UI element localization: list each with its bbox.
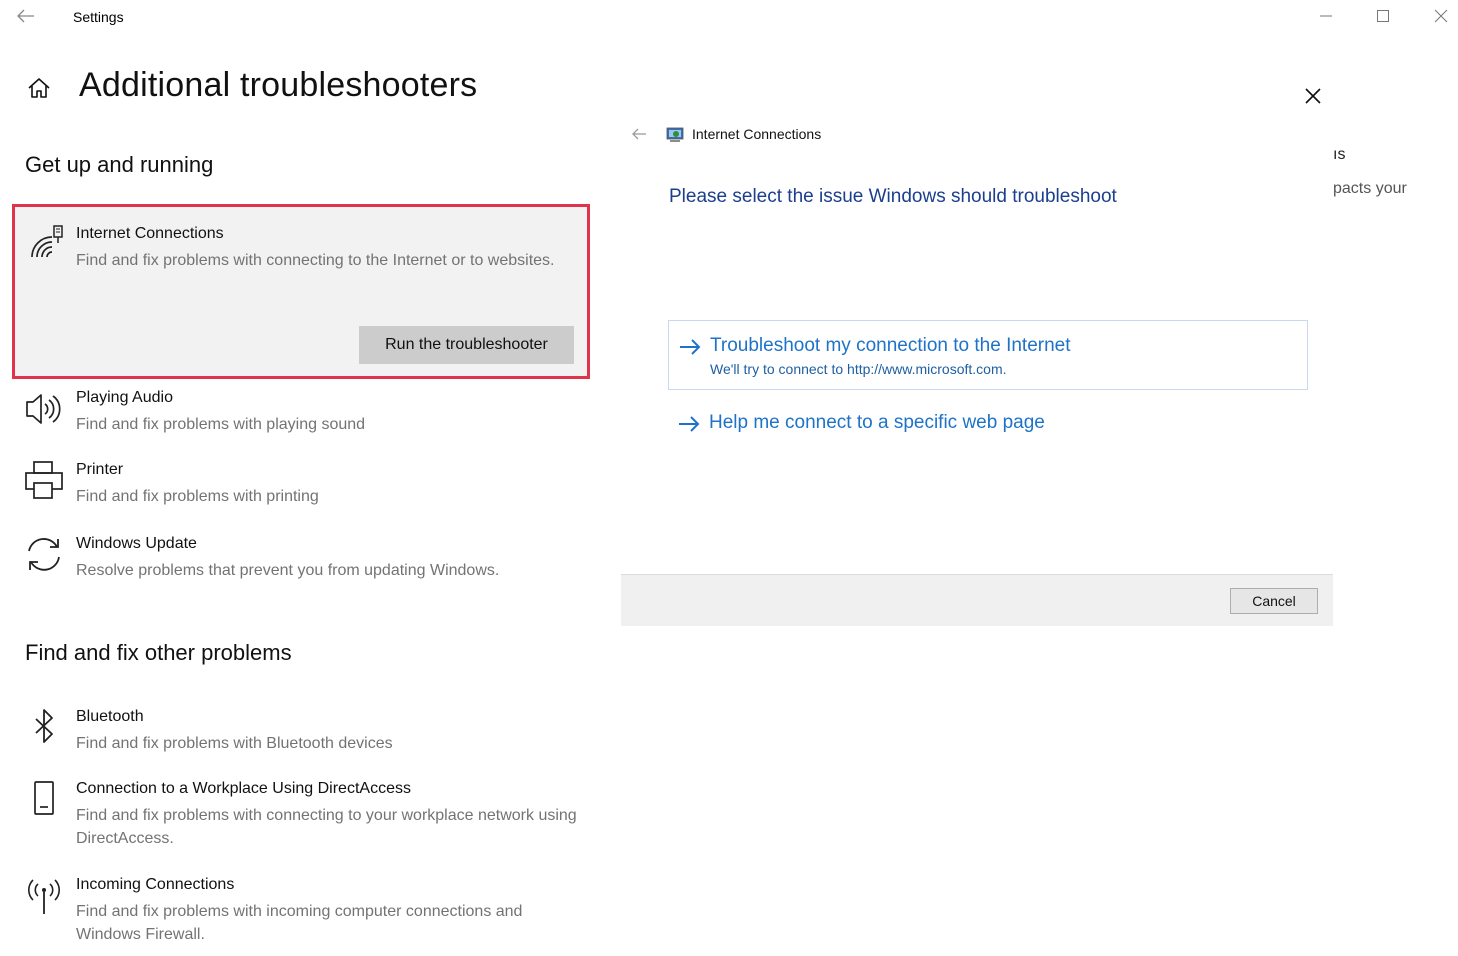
item-name: Incoming Connections [76, 876, 235, 893]
sync-icon [24, 535, 64, 575]
section-heading-get-up-and-running: Get up and running [25, 152, 214, 177]
background-text-fragment: pacts your [1333, 180, 1407, 197]
item-description: Find and fix problems with printing [76, 488, 319, 505]
close-icon[interactable] [1303, 86, 1323, 106]
dialog-heading: Please select the issue Windows should t… [669, 186, 1117, 207]
troubleshooter-internet-connections[interactable]: Internet Connections Find and fix proble… [12, 204, 590, 379]
item-description: Find and fix problems with Bluetooth dev… [76, 735, 393, 752]
troubleshooter-bluetooth[interactable]: Bluetooth Find and fix problems with Blu… [12, 708, 590, 758]
back-arrow-icon[interactable] [14, 6, 38, 26]
minimize-icon[interactable] [1314, 5, 1338, 27]
item-description: Find and fix problems with connecting to… [76, 252, 555, 269]
option-troubleshoot-connection[interactable]: Troubleshoot my connection to the Intern… [668, 320, 1308, 390]
network-app-icon [666, 126, 684, 142]
item-name: Windows Update [76, 535, 197, 552]
bluetooth-icon [24, 708, 64, 748]
antenna-icon [24, 876, 64, 916]
item-description: Find and fix problems with incoming comp… [76, 903, 523, 943]
arrow-right-icon [677, 414, 701, 434]
troubleshooter-windows-update[interactable]: Windows Update Resolve problems that pre… [12, 535, 590, 585]
home-icon[interactable] [26, 75, 52, 101]
title-bar: Settings [0, 0, 1458, 34]
option-sublabel: We'll try to connect to http://www.micro… [710, 361, 1007, 377]
item-name: Playing Audio [76, 389, 173, 406]
cancel-button[interactable]: Cancel [1230, 588, 1318, 614]
wifi-icon [27, 223, 67, 263]
maximize-icon[interactable] [1371, 5, 1395, 27]
item-description: Find and fix problems with connecting to… [76, 807, 577, 847]
item-name: Bluetooth [76, 708, 144, 725]
item-description: Resolve problems that prevent you from u… [76, 562, 500, 579]
close-window-icon[interactable] [1429, 5, 1453, 27]
option-label: Help me connect to a specific web page [709, 412, 1045, 433]
item-name: Internet Connections [76, 225, 224, 242]
item-name: Printer [76, 461, 124, 478]
troubleshooter-printer[interactable]: Printer Find and fix problems with print… [12, 461, 590, 511]
option-label: Troubleshoot my connection to the Intern… [710, 335, 1071, 356]
troubleshooter-incoming-connections[interactable]: Incoming Connections Find and fix proble… [12, 876, 590, 951]
item-name: Connection to a Workplace Using DirectAc… [76, 780, 411, 797]
dialog-app-title: Internet Connections [692, 126, 822, 142]
section-heading-find-and-fix: Find and fix other problems [25, 640, 292, 665]
troubleshooter-directaccess[interactable]: Connection to a Workplace Using DirectAc… [12, 780, 590, 855]
window-title: Settings [73, 9, 124, 25]
speaker-icon [24, 389, 64, 429]
run-troubleshooter-button[interactable]: Run the troubleshooter [359, 326, 574, 364]
printer-icon [24, 461, 64, 501]
dialog-footer: Cancel [621, 574, 1333, 626]
troubleshooter-dialog: Internet Connections Please select the i… [621, 62, 1333, 626]
arrow-right-icon [678, 337, 702, 357]
page-title: Additional troubleshooters [79, 66, 478, 104]
item-description: Find and fix problems with playing sound [76, 416, 366, 433]
troubleshooter-playing-audio[interactable]: Playing Audio Find and fix problems with… [12, 389, 590, 439]
back-arrow-icon[interactable] [629, 126, 649, 142]
phone-icon [24, 780, 64, 820]
option-connect-specific-page[interactable]: Help me connect to a specific web page [668, 404, 1308, 444]
background-text-fragment: ıs [1333, 146, 1346, 163]
